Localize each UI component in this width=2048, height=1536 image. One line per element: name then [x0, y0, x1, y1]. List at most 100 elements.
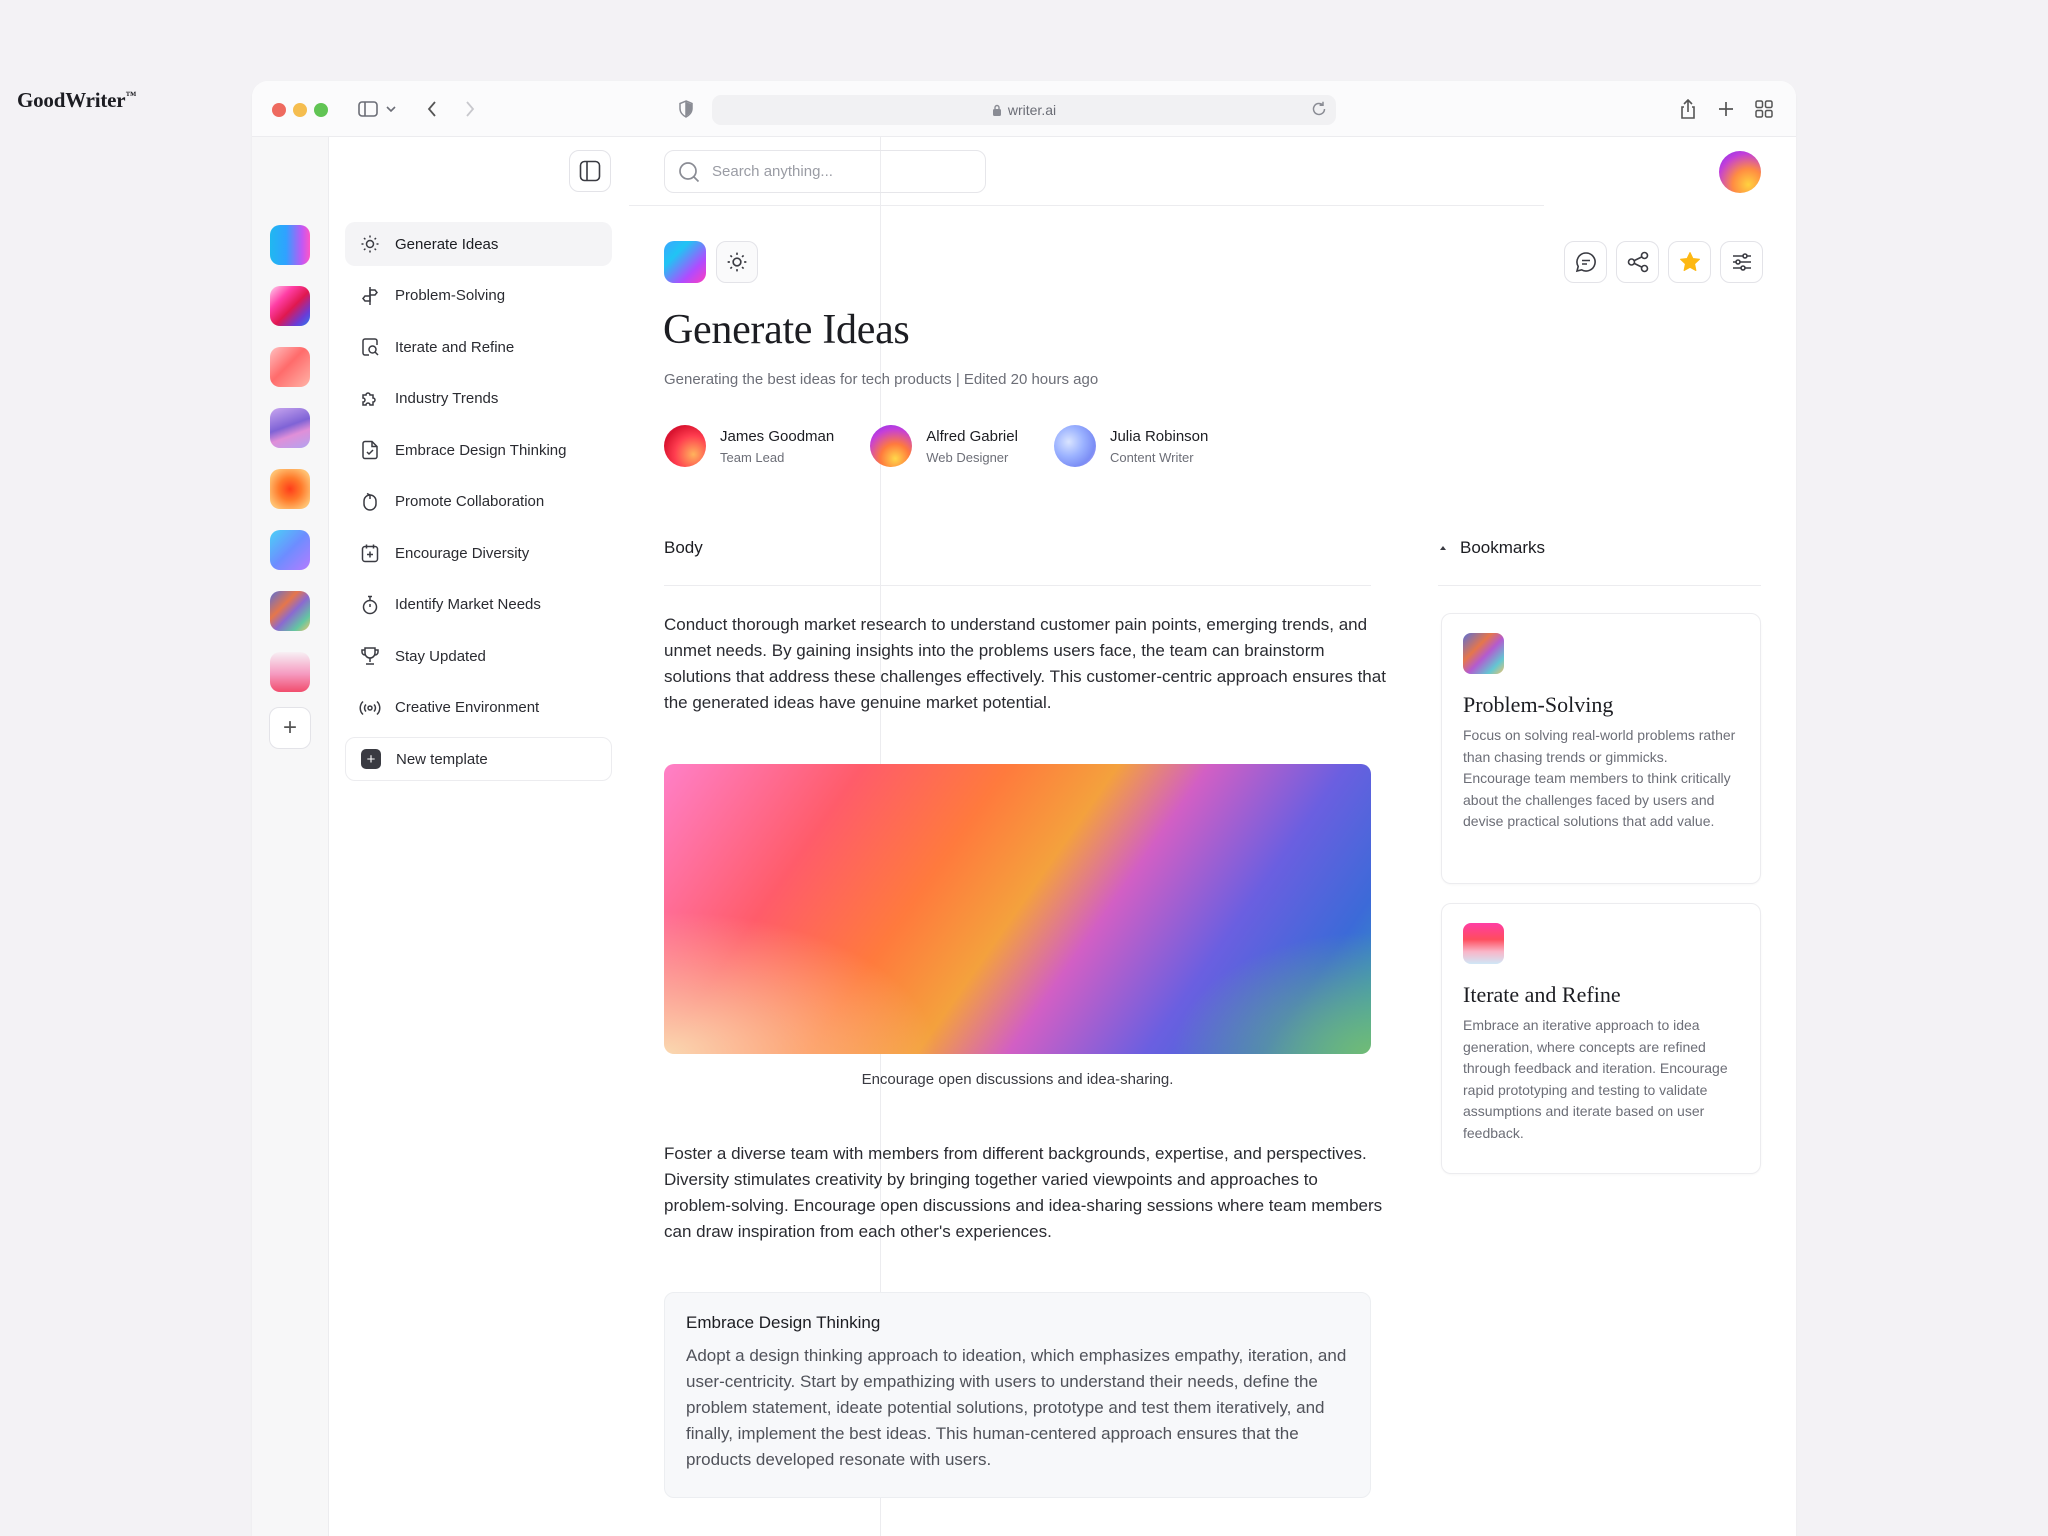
trademark-mark: ™ [125, 90, 137, 102]
sun-icon [727, 252, 747, 272]
bookmarks-toggle[interactable]: Bookmarks [1438, 538, 1545, 558]
workspace-tile-1[interactable] [270, 225, 310, 265]
sidebar-item-generate-ideas[interactable]: Generate Ideas [345, 222, 612, 266]
sidebar-item-iterate-and-refine[interactable]: Iterate and Refine [345, 325, 612, 369]
file-check-icon [359, 439, 381, 461]
sidebar-item-promote-collaboration[interactable]: Promote Collaboration [345, 480, 612, 524]
privacy-shield-icon[interactable] [676, 97, 696, 121]
collaborator-role: Web Designer [926, 449, 1009, 465]
bookmark-title: Iterate and Refine [1463, 982, 1621, 1007]
avatar [664, 425, 706, 467]
workspace-tile-3[interactable] [270, 347, 310, 387]
sidebar-item-stay-updated[interactable]: Stay Updated [345, 634, 612, 678]
comment-button[interactable] [1564, 241, 1607, 283]
back-icon[interactable] [422, 97, 442, 121]
add-workspace-button[interactable]: + [269, 707, 311, 749]
collaborator-name: James Goodman [720, 427, 835, 445]
doc-icon-button[interactable] [716, 241, 758, 283]
sidebar-item-industry-trends[interactable]: Industry Trends [345, 377, 612, 421]
sliders-icon [1732, 253, 1751, 271]
comment-icon [1575, 252, 1596, 273]
browser-toolbar: writer.ai [252, 81, 1796, 137]
callout-title: Embrace Design Thinking [686, 1313, 881, 1332]
sidebar-item-problem-solving[interactable]: Problem-Solving [345, 274, 612, 318]
collaborator[interactable]: James Goodman Team Lead [664, 425, 834, 467]
trophy-icon [359, 645, 381, 667]
workspace-tile-4[interactable] [270, 408, 310, 448]
bookmark-card[interactable]: Problem-Solving Focus on solving real-wo… [1441, 613, 1761, 884]
sidebar-item-label: Promote Collaboration [395, 493, 545, 510]
bookmark-text: Embrace an iterative approach to idea ge… [1463, 1017, 1728, 1141]
bookmark-card[interactable]: Iterate and Refine Embrace an iterative … [1441, 903, 1761, 1174]
collaborator-role: Team Lead [720, 449, 785, 465]
doc-actions [1564, 241, 1763, 283]
search-placeholder: Search anything... [712, 163, 833, 180]
favorite-button[interactable] [1668, 241, 1711, 283]
lock-icon [992, 104, 1001, 116]
minimize-window-button[interactable] [293, 103, 307, 117]
calendar-plus-icon [359, 542, 381, 564]
bookmarks-divider [1438, 585, 1761, 586]
search-input[interactable]: Search anything... [664, 150, 986, 193]
settings-button[interactable] [1720, 241, 1763, 283]
stopwatch-icon [359, 594, 381, 616]
panel-left-icon [579, 160, 601, 182]
workspace-tile-2[interactable] [270, 286, 310, 326]
bookmark-thumbnail [1463, 923, 1504, 964]
collaborator[interactable]: Julia Robinson Content Writer [1053, 425, 1208, 467]
sidebar-item-label: Problem-Solving [395, 287, 506, 304]
share-button[interactable] [1616, 241, 1659, 283]
bookmarks-heading: Bookmarks [1460, 538, 1546, 557]
url-text: writer.ai [1007, 102, 1057, 118]
bookmark-title: Problem-Solving [1463, 692, 1614, 717]
search-document-icon [359, 336, 381, 358]
close-window-button[interactable] [272, 103, 286, 117]
workspace-tile-5[interactable] [270, 469, 310, 509]
bookmark-thumbnail [1463, 633, 1504, 674]
new-template-button[interactable]: + New template [345, 737, 612, 781]
sun-icon [359, 233, 381, 255]
plus-square-icon: + [360, 748, 382, 770]
tab-overview-icon[interactable] [1752, 97, 1776, 121]
forward-icon[interactable] [460, 97, 480, 121]
maximize-window-button[interactable] [314, 103, 328, 117]
sidebar-item-creative-environment[interactable]: Creative Environment [345, 686, 612, 730]
share-icon[interactable] [1676, 97, 1700, 121]
body-paragraph: Foster a diverse team with members from … [664, 1144, 1383, 1241]
share-nodes-icon [1627, 251, 1648, 273]
bookmark-text: Focus on solving real-world problems rat… [1463, 727, 1736, 829]
sidebar-item-encourage-diversity[interactable]: Encourage Diversity [345, 531, 612, 575]
doc-cover-tile[interactable] [664, 241, 706, 283]
chevron-down-icon[interactable] [384, 97, 398, 121]
workspace-tile-8[interactable] [270, 652, 310, 692]
body-heading: Body [664, 538, 703, 557]
sidebar-toggle-icon[interactable] [356, 97, 380, 121]
signpost-icon [359, 285, 381, 307]
sidebar-item-identify-market-needs[interactable]: Identify Market Needs [345, 583, 612, 627]
body-divider [664, 585, 1371, 586]
reload-icon[interactable] [1310, 100, 1328, 118]
brand-name: GoodWriter [17, 88, 126, 112]
new-tab-icon[interactable] [1714, 97, 1738, 121]
sidebar-item-label: Stay Updated [395, 647, 486, 665]
caret-up-icon [1440, 546, 1446, 550]
topbar-divider [629, 205, 1544, 206]
collaborator[interactable]: Alfred Gabriel Web Designer [870, 425, 1018, 467]
broadcast-icon [359, 697, 381, 719]
star-icon [1679, 252, 1700, 271]
user-avatar[interactable] [1719, 151, 1761, 193]
puzzle-icon [359, 388, 381, 410]
address-bar[interactable]: writer.ai [712, 95, 1336, 125]
image-caption: Encourage open discussions and idea-shar… [861, 1071, 1174, 1088]
sidebar-item-embrace-design-thinking[interactable]: Embrace Design Thinking [345, 428, 612, 472]
page-title: Generate Ideas [663, 307, 910, 353]
workspace-tile-7[interactable] [270, 591, 310, 631]
callout-block: Embrace Design Thinking Adopt a design t… [664, 1292, 1371, 1498]
template-nav: Generate Ideas Problem-Solving Iterate a… [345, 222, 612, 789]
body-paragraph: Conduct thorough market research to unde… [664, 615, 1386, 712]
mouse-icon [359, 491, 381, 513]
workspace-tile-6[interactable] [270, 530, 310, 570]
app-logo: GoodWriter™ [17, 88, 136, 113]
search-icon [679, 161, 700, 182]
collapse-sidebar-button[interactable] [569, 150, 611, 192]
